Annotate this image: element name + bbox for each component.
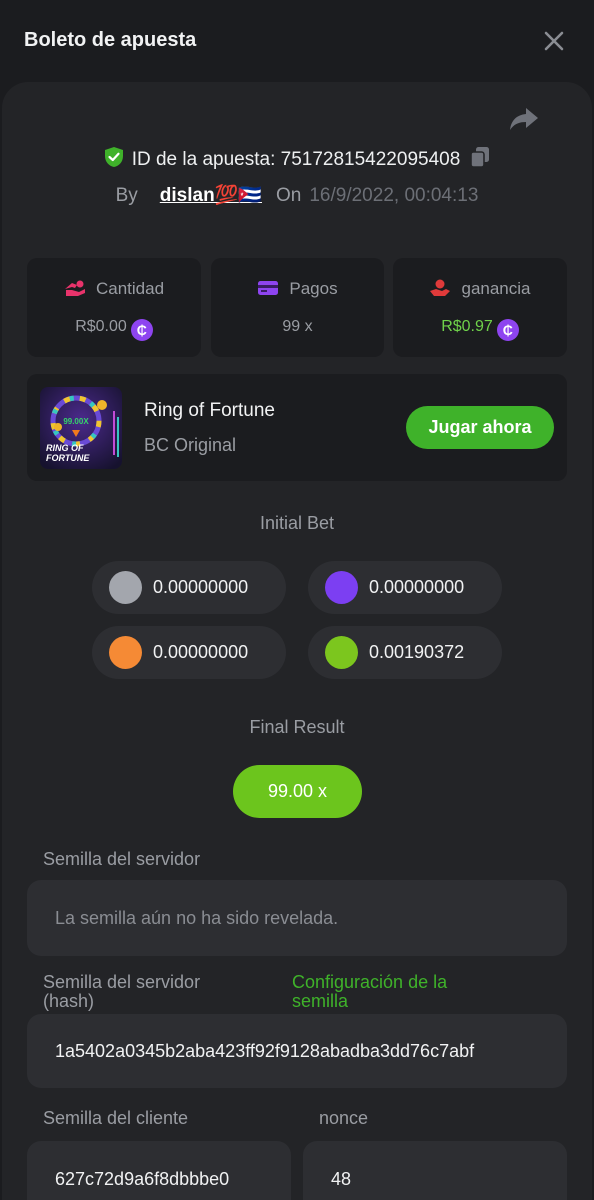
server-seed-placeholder: La semilla aún no ha sido revelada. [55, 908, 339, 928]
nonce-field[interactable]: 48 [303, 1141, 567, 1200]
stat-payout: Pagos 99 x [211, 258, 384, 357]
initial-bet-value: 0.00190372 [369, 642, 465, 662]
stat-amount: Cantidad R$0.00 ₵ [27, 258, 201, 357]
bet-id-row: ID de la apuesta: 75172815422095408 [0, 146, 594, 171]
username-link[interactable]: dislan💯🇨🇺 [160, 185, 262, 206]
shield-check-icon [104, 147, 123, 167]
copy-icon[interactable] [470, 146, 490, 168]
initial-bet-item: 0.00000000 [92, 561, 286, 614]
modal-header: Boleto de apuesta [0, 0, 594, 82]
initial-bet-item: 0.00190372 [308, 626, 502, 679]
card-icon [258, 281, 279, 295]
on-label: On [276, 185, 302, 206]
server-seed-hash-label: Semilla del servidor (hash) [43, 972, 201, 1011]
currency-dot-icon [109, 571, 142, 604]
initial-bet-item: 0.00000000 [92, 626, 286, 679]
server-seed-hash-value: 1a5402a0345b2aba423ff92f9128abadba3dd76c… [55, 1041, 475, 1061]
profit-icon [430, 279, 451, 296]
server-seed-label: Semilla del servidor [43, 849, 201, 869]
initial-bet-value: 0.00000000 [153, 577, 249, 597]
game-thumbnail[interactable]: 99.00X RING OF FORTUNE [40, 387, 122, 469]
amount-icon [64, 280, 85, 296]
initial-bet-item: 0.00000000 [308, 561, 502, 614]
modal-title: Boleto de apuesta [24, 29, 197, 51]
nonce-value: 48 [331, 1169, 352, 1189]
client-seed-label: Semilla del cliente [43, 1108, 189, 1128]
play-now-button[interactable]: Jugar ahora [406, 406, 554, 449]
currency-dot-icon [109, 636, 142, 669]
bet-date: 16/9/2022, 00:04:13 [309, 185, 479, 206]
initial-bet-value: 0.00000000 [369, 577, 465, 597]
stat-payout-value: 99 x [282, 318, 313, 335]
initial-bet-label: Initial Bet [259, 513, 335, 533]
close-icon[interactable] [541, 28, 567, 54]
bet-id-label: ID de la apuesta: [131, 149, 276, 170]
share-icon[interactable] [508, 104, 540, 134]
coin-icon: ₵ [496, 319, 519, 341]
coin-icon: ₵ [130, 319, 153, 341]
final-result-label: Final Result [249, 717, 345, 737]
stat-profit-value: R$0.97 [441, 318, 493, 335]
bet-author-row: By dislan💯🇨🇺 On 16/9/2022, 00:04:13 [0, 183, 594, 207]
thumb-title-line2: FORTUNE [46, 453, 90, 463]
initial-bet-value: 0.00000000 [153, 642, 249, 662]
game-card: 99.00X RING OF FORTUNE Ring of Fortune B… [27, 374, 567, 481]
stat-payout-title: Pagos [289, 279, 338, 298]
thumb-title-line1: RING OF [46, 443, 84, 453]
stat-profit: ganancia R$0.97 ₵ [393, 258, 567, 357]
thumb-multiplier: 99.00X [63, 417, 89, 426]
currency-dot-icon [325, 571, 358, 604]
game-name[interactable]: Ring of Fortune [144, 400, 275, 422]
ring-of-fortune-logo: 99.00X RING OF FORTUNE [40, 387, 122, 469]
bet-id-value: 75172815422095408 [280, 149, 461, 170]
stat-profit-title: ganancia [461, 279, 531, 298]
stat-amount-value: R$0.00 [75, 318, 127, 335]
client-seed-value: 627c72d9a6f8dbbbe0 [55, 1169, 230, 1189]
by-label: By [115, 185, 138, 206]
server-seed-hash-field[interactable]: 1a5402a0345b2aba423ff92f9128abadba3dd76c… [27, 1014, 567, 1088]
client-seed-field[interactable]: 627c72d9a6f8dbbbe0 [27, 1141, 291, 1200]
final-result-value: 99.00 x [233, 765, 362, 818]
stat-amount-title: Cantidad [95, 279, 165, 298]
currency-dot-icon [325, 636, 358, 669]
game-provider: BC Original [144, 435, 237, 455]
seed-settings-link[interactable]: Configuración de la semilla [292, 973, 447, 1011]
nonce-label: nonce [319, 1108, 369, 1128]
server-seed-field[interactable]: La semilla aún no ha sido revelada. [27, 880, 567, 956]
